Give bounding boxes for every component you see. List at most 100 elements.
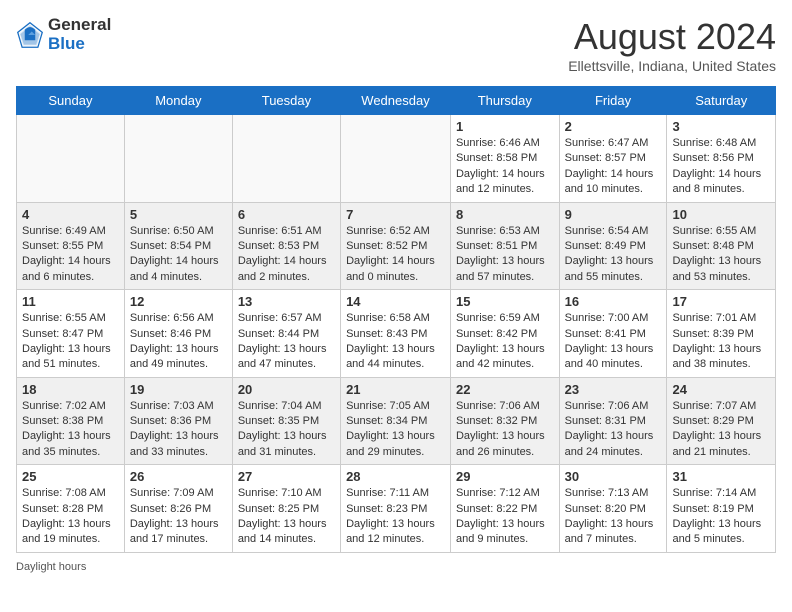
day-number: 24 <box>672 382 770 397</box>
table-row: 11Sunrise: 6:55 AMSunset: 8:47 PMDayligh… <box>17 290 125 378</box>
cell-text: Sunset: 8:28 PM <box>22 502 119 517</box>
cell-text: Sunrise: 7:10 AM <box>238 486 335 501</box>
cell-text: Sunset: 8:25 PM <box>238 502 335 517</box>
table-row: 17Sunrise: 7:01 AMSunset: 8:39 PMDayligh… <box>667 290 776 378</box>
cell-text: Sunrise: 6:47 AM <box>565 136 662 151</box>
cell-text: Daylight: 14 hours and 0 minutes. <box>346 254 445 285</box>
page-header: General Blue August 2024 Ellettsville, I… <box>16 16 776 74</box>
cell-text: Sunrise: 6:50 AM <box>130 224 227 239</box>
cell-text: Sunrise: 7:13 AM <box>565 486 662 501</box>
cell-text: Sunrise: 7:08 AM <box>22 486 119 501</box>
cell-text: Sunrise: 7:14 AM <box>672 486 770 501</box>
cell-text: Daylight: 14 hours and 10 minutes. <box>565 167 662 198</box>
calendar-week-row: 11Sunrise: 6:55 AMSunset: 8:47 PMDayligh… <box>17 290 776 378</box>
table-row <box>124 115 232 203</box>
table-row: 18Sunrise: 7:02 AMSunset: 8:38 PMDayligh… <box>17 377 125 465</box>
cell-text: Sunset: 8:41 PM <box>565 327 662 342</box>
cell-text: Daylight: 13 hours and 31 minutes. <box>238 429 335 460</box>
day-number: 6 <box>238 207 335 222</box>
cell-text: Sunrise: 7:00 AM <box>565 311 662 326</box>
cell-text: Daylight: 13 hours and 53 minutes. <box>672 254 770 285</box>
cell-text: Sunrise: 7:01 AM <box>672 311 770 326</box>
day-header-tuesday: Tuesday <box>232 87 340 115</box>
table-row: 22Sunrise: 7:06 AMSunset: 8:32 PMDayligh… <box>450 377 559 465</box>
table-row: 2Sunrise: 6:47 AMSunset: 8:57 PMDaylight… <box>559 115 667 203</box>
cell-text: Daylight: 13 hours and 21 minutes. <box>672 429 770 460</box>
cell-text: Daylight: 13 hours and 51 minutes. <box>22 342 119 373</box>
cell-text: Sunset: 8:54 PM <box>130 239 227 254</box>
day-number: 2 <box>565 119 662 134</box>
day-number: 9 <box>565 207 662 222</box>
cell-text: Sunset: 8:22 PM <box>456 502 554 517</box>
location-subtitle: Ellettsville, Indiana, United States <box>568 58 776 74</box>
day-number: 3 <box>672 119 770 134</box>
cell-text: Daylight: 13 hours and 35 minutes. <box>22 429 119 460</box>
table-row: 30Sunrise: 7:13 AMSunset: 8:20 PMDayligh… <box>559 465 667 553</box>
table-row: 1Sunrise: 6:46 AMSunset: 8:58 PMDaylight… <box>450 115 559 203</box>
day-number: 28 <box>346 469 445 484</box>
cell-text: Sunrise: 6:46 AM <box>456 136 554 151</box>
cell-text: Sunset: 8:34 PM <box>346 414 445 429</box>
day-header-wednesday: Wednesday <box>341 87 451 115</box>
cell-text: Sunrise: 6:57 AM <box>238 311 335 326</box>
cell-text: Sunset: 8:31 PM <box>565 414 662 429</box>
calendar-week-row: 4Sunrise: 6:49 AMSunset: 8:55 PMDaylight… <box>17 202 776 290</box>
cell-text: Sunset: 8:46 PM <box>130 327 227 342</box>
table-row: 13 Sunrise: 6:57 AMSunset: 8:44 PMDayligh… <box>232 290 340 378</box>
day-header-saturday: Saturday <box>667 87 776 115</box>
calendar-header-row: SundayMondayTuesdayWednesdayThursdayFrid… <box>17 87 776 115</box>
cell-text: Sunset: 8:43 PM <box>346 327 445 342</box>
cell-text: Daylight: 13 hours and 55 minutes. <box>565 254 662 285</box>
table-row: 20Sunrise: 7:04 AMSunset: 8:35 PMDayligh… <box>232 377 340 465</box>
calendar-table: SundayMondayTuesdayWednesdayThursdayFrid… <box>16 86 776 553</box>
cell-text: Sunset: 8:58 PM <box>456 151 554 166</box>
day-number: 22 <box>456 382 554 397</box>
table-row: 10Sunrise: 6:55 AMSunset: 8:48 PMDayligh… <box>667 202 776 290</box>
table-row <box>341 115 451 203</box>
logo-blue: Blue <box>48 34 85 53</box>
logo-icon <box>16 21 44 49</box>
day-number: 17 <box>672 294 770 309</box>
footer: Daylight hours <box>16 561 776 573</box>
cell-text: Sunrise: 7:05 AM <box>346 399 445 414</box>
day-number: 23 <box>565 382 662 397</box>
cell-text: Sunrise: 6:59 AM <box>456 311 554 326</box>
cell-text: Sunrise: 7:06 AM <box>565 399 662 414</box>
cell-text: Sunrise: 7:12 AM <box>456 486 554 501</box>
day-number: 31 <box>672 469 770 484</box>
table-row: 9 Sunrise: 6:54 AMSunset: 8:49 PMDaylight… <box>559 202 667 290</box>
cell-text: Sunset: 8:49 PM <box>565 239 662 254</box>
table-row: 26Sunrise: 7:09 AMSunset: 8:26 PMDayligh… <box>124 465 232 553</box>
cell-text: Sunrise: 7:07 AM <box>672 399 770 414</box>
cell-text: Daylight: 13 hours and 14 minutes. <box>238 517 335 548</box>
cell-text: Daylight: 13 hours and 47 minutes. <box>238 342 335 373</box>
day-header-thursday: Thursday <box>450 87 559 115</box>
cell-text: Sunrise: 6:55 AM <box>22 311 119 326</box>
day-number: 26 <box>130 469 227 484</box>
cell-text: Sunrise: 6:56 AM <box>130 311 227 326</box>
cell-text: Sunrise: 6:54 AM <box>565 224 662 239</box>
logo: General Blue <box>16 16 111 53</box>
table-row: 21Sunrise: 7:05 AMSunset: 8:34 PMDayligh… <box>341 377 451 465</box>
cell-text: Sunrise: 7:11 AM <box>346 486 445 501</box>
cell-text: Daylight: 13 hours and 42 minutes. <box>456 342 554 373</box>
table-row: 29Sunrise: 7:12 AMSunset: 8:22 PMDayligh… <box>450 465 559 553</box>
table-row: 27Sunrise: 7:10 AMSunset: 8:25 PMDayligh… <box>232 465 340 553</box>
cell-text: Sunrise: 7:06 AM <box>456 399 554 414</box>
cell-text: Daylight: 13 hours and 12 minutes. <box>346 517 445 548</box>
cell-text: Sunset: 8:44 PM <box>238 327 335 342</box>
cell-text: Daylight: 13 hours and 40 minutes. <box>565 342 662 373</box>
cell-text: Sunrise: 6:52 AM <box>346 224 445 239</box>
table-row: 5Sunrise: 6:50 AMSunset: 8:54 PMDaylight… <box>124 202 232 290</box>
cell-text: Sunset: 8:20 PM <box>565 502 662 517</box>
day-number: 15 <box>456 294 554 309</box>
cell-text: Sunrise: 7:09 AM <box>130 486 227 501</box>
day-number: 19 <box>130 382 227 397</box>
cell-text: Daylight: 13 hours and 44 minutes. <box>346 342 445 373</box>
cell-text: Daylight: 13 hours and 38 minutes. <box>672 342 770 373</box>
cell-text: Daylight: 14 hours and 6 minutes. <box>22 254 119 285</box>
month-year-title: August 2024 <box>568 16 776 58</box>
day-number: 13 <box>238 294 335 309</box>
day-number: 25 <box>22 469 119 484</box>
cell-text: Sunset: 8:38 PM <box>22 414 119 429</box>
